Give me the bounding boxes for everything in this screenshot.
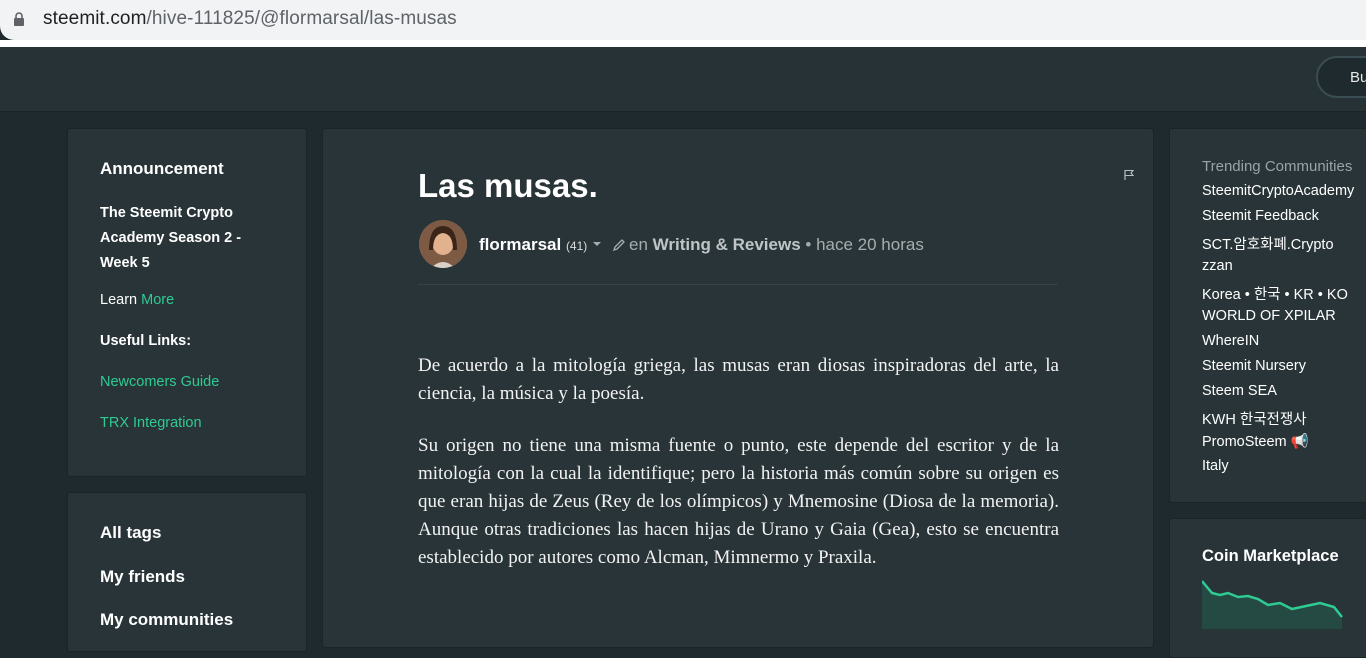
post-time: hace 20 horas bbox=[816, 235, 924, 254]
community-item[interactable]: PromoSteem 📢 bbox=[1202, 433, 1309, 450]
nav-all-tags[interactable]: All tags bbox=[100, 523, 161, 543]
trending-title: Trending Communities bbox=[1202, 158, 1353, 175]
community-item[interactable]: Steemit Feedback bbox=[1202, 208, 1319, 224]
header-button-label: Bu bbox=[1350, 69, 1366, 86]
avatar-image bbox=[419, 220, 467, 268]
post-meta: en Writing & Reviews • hace 20 horas bbox=[629, 235, 924, 255]
community-item[interactable]: Steemit Nursery bbox=[1202, 358, 1306, 374]
learn-more: Learn More bbox=[100, 292, 174, 308]
post-paragraph: Su origen no tiene una misma fuente o pu… bbox=[418, 435, 1059, 568]
divider bbox=[418, 284, 1058, 285]
chevron-down-icon[interactable] bbox=[592, 241, 602, 247]
community-item[interactable]: WhereIN bbox=[1202, 333, 1259, 349]
nav-card: All tags My friends My communities bbox=[67, 492, 307, 652]
market-title: Coin Marketplace bbox=[1202, 547, 1339, 565]
author-name[interactable]: flormarsal bbox=[479, 235, 561, 254]
post-title: Las musas. bbox=[418, 167, 598, 204]
meta-separator: • bbox=[805, 235, 812, 254]
community-link[interactable]: Writing & Reviews bbox=[653, 235, 801, 254]
pencil-icon bbox=[612, 239, 625, 252]
learn-more-link[interactable]: More bbox=[141, 292, 174, 308]
trending-communities-card: Trending Communities SteemitCryptoAcadem… bbox=[1169, 128, 1366, 503]
author-avatar[interactable] bbox=[419, 220, 467, 268]
url-text[interactable]: steemit.com/hive-111825/@flormarsal/las-… bbox=[43, 8, 457, 30]
url-path: /hive-111825/@flormarsal/las-musas bbox=[146, 8, 457, 29]
community-item[interactable]: KWH 한국전쟁사 bbox=[1202, 408, 1307, 429]
author-info: flormarsal (41) bbox=[479, 235, 587, 255]
community-item[interactable]: Italy bbox=[1202, 458, 1229, 474]
community-item[interactable]: SCT.암호화폐.Crypto bbox=[1202, 233, 1334, 254]
header-button[interactable]: Bu bbox=[1316, 56, 1366, 98]
nav-my-friends[interactable]: My friends bbox=[100, 567, 185, 587]
announcement-text: The Steemit Crypto Academy Season 2 - We… bbox=[100, 205, 242, 271]
trx-integration-link[interactable]: TRX Integration bbox=[100, 415, 202, 431]
url-host: steemit.com bbox=[43, 8, 147, 29]
browser-address-bar[interactable]: steemit.com/hive-111825/@flormarsal/las-… bbox=[0, 0, 1366, 40]
top-navigation: Bu bbox=[0, 47, 1366, 112]
learn-label: Learn bbox=[100, 292, 138, 308]
community-item[interactable]: Steem SEA bbox=[1202, 383, 1277, 399]
author-reputation: (41) bbox=[565, 239, 588, 253]
lock-icon bbox=[14, 12, 24, 26]
community-item[interactable]: zzan bbox=[1202, 258, 1233, 274]
coin-marketplace-card: Coin Marketplace bbox=[1169, 518, 1366, 658]
post-paragraph: De acuerdo a la mitología griega, las mu… bbox=[418, 355, 1059, 404]
community-item[interactable]: Korea • 한국 • KR • KO bbox=[1202, 283, 1348, 304]
flag-icon[interactable] bbox=[1123, 169, 1135, 181]
browser-divider bbox=[0, 40, 1366, 47]
newcomers-guide-link[interactable]: Newcomers Guide bbox=[100, 374, 219, 390]
in-label: en bbox=[629, 235, 648, 254]
announcement-title: Announcement bbox=[100, 159, 224, 178]
announcement-card: Announcement The Steemit Crypto Academy … bbox=[67, 128, 307, 477]
post-card: Las musas. flormarsal (41) en Writing & … bbox=[322, 128, 1154, 648]
community-item[interactable]: WORLD OF XPILAR bbox=[1202, 308, 1336, 324]
nav-my-communities[interactable]: My communities bbox=[100, 610, 233, 630]
community-item[interactable]: SteemitCryptoAcademy bbox=[1202, 183, 1354, 199]
useful-links-title: Useful Links: bbox=[100, 333, 192, 349]
